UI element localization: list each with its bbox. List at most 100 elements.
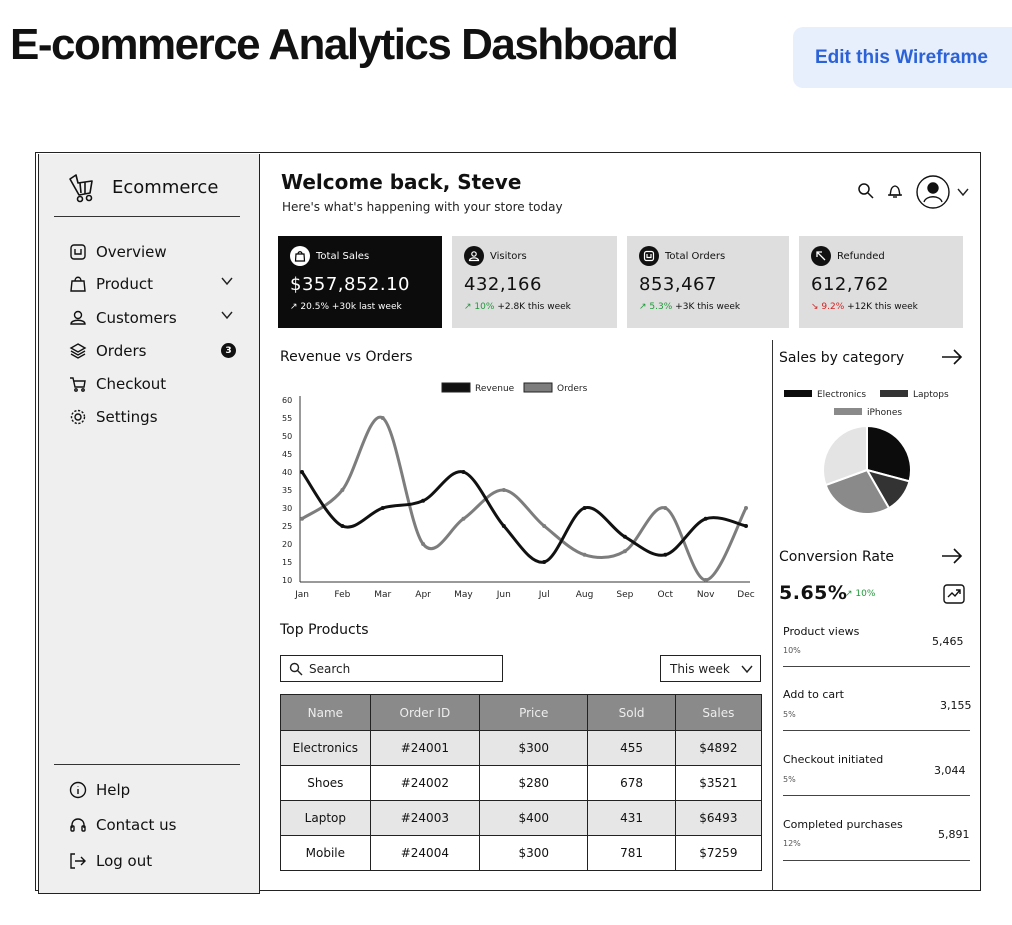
data-point-revenue — [663, 552, 668, 557]
stat-change-text: +3K this week — [675, 302, 741, 312]
legend-swatch-orders — [523, 382, 553, 393]
period-select[interactable]: This week — [660, 655, 761, 682]
table-cell: Mobile — [280, 835, 371, 871]
table-row[interactable]: Electronics #24001 $300 455 $4892 — [280, 730, 763, 766]
sidebar-item-checkout[interactable]: Checkout — [68, 372, 166, 396]
table-row[interactable]: Shoes #24002 $280 678 $3521 — [280, 765, 763, 801]
y-tick-label: 30 — [282, 504, 292, 513]
arrow-right-icon[interactable] — [940, 347, 964, 372]
sidebar-item-label: Customers — [96, 309, 177, 327]
column-header[interactable]: Sold — [587, 694, 676, 731]
sidebar-item-orders[interactable]: Orders — [68, 339, 146, 363]
right-panel-divider — [772, 340, 773, 891]
column-header[interactable]: Name — [280, 694, 371, 731]
stat-change-text: +2.8K this week — [497, 302, 571, 312]
table-row[interactable]: Mobile #24004 $300 781 $7259 — [280, 835, 763, 871]
data-point-orders — [421, 542, 426, 546]
metric-value: 5,891 — [938, 828, 970, 841]
sidebar-item-label: Overview — [96, 243, 167, 261]
table-row[interactable]: Laptop #24003 $400 431 $6493 — [280, 800, 763, 836]
chevron-down-icon[interactable] — [220, 308, 234, 326]
metric-name: Checkout initiated — [783, 753, 884, 766]
search-input[interactable]: Search — [280, 655, 503, 682]
table-cell: Laptop — [280, 800, 371, 836]
y-tick-label: 60 — [282, 396, 292, 405]
stat-label: Visitors — [490, 250, 527, 262]
sidebar-item-label: Settings — [96, 408, 158, 426]
legend-label: Electronics — [817, 390, 866, 400]
data-point-orders — [300, 516, 304, 521]
column-header[interactable]: Sales — [674, 694, 763, 731]
orders-count-badge: 3 — [221, 343, 236, 358]
sales-by-category-title: Sales by category — [779, 350, 905, 366]
stat-value: 612,762 — [811, 274, 889, 295]
search-icon[interactable] — [857, 182, 875, 204]
top-products-title: Top Products — [280, 622, 369, 638]
data-point-orders — [663, 506, 668, 510]
metric-value: 3,155 — [940, 699, 972, 712]
sidebar-item-logout[interactable]: Log out — [68, 849, 152, 873]
cart-icon — [68, 374, 88, 394]
table-cell: Shoes — [280, 765, 371, 801]
data-point-revenue — [622, 534, 627, 539]
metric-name: Product views — [783, 625, 860, 638]
chevron-down-icon[interactable] — [220, 274, 234, 292]
metric-name: Completed purchases — [783, 818, 903, 831]
column-header[interactable]: Order ID — [369, 694, 481, 731]
layers-icon — [68, 341, 88, 361]
sidebar-item-customers[interactable]: Customers — [68, 306, 177, 330]
metric-pct: 10% — [783, 646, 801, 655]
y-tick-label: 25 — [282, 522, 292, 531]
conversion-value: 5.65% — [779, 582, 848, 604]
y-tick-label: 45 — [282, 450, 292, 459]
column-header[interactable]: Price — [479, 694, 589, 731]
table-cell: $300 — [479, 730, 589, 766]
sidebar-item-contact[interactable]: Contact us — [68, 813, 176, 837]
overview-icon — [639, 246, 659, 266]
metric-pct: 5% — [783, 775, 796, 784]
table-cell: 678 — [587, 765, 676, 801]
table-cell: 431 — [587, 800, 676, 836]
stat-card-refunded[interactable]: Refunded 612,762 ↘ 9.2% +12K this week — [799, 236, 963, 328]
conversion-title: Conversion Rate — [779, 549, 895, 565]
sidebar-divider — [54, 764, 240, 765]
table-cell: $6493 — [674, 800, 763, 836]
logout-icon — [68, 851, 88, 871]
table-cell: #24003 — [369, 800, 481, 836]
table-header-row: Name Order ID Price Sold Sales — [280, 694, 763, 731]
brand-logo-icon — [66, 171, 100, 209]
sidebar-item-product[interactable]: Product — [68, 272, 153, 296]
y-tick-label: 15 — [282, 558, 292, 567]
metric-name: Add to cart — [783, 688, 844, 701]
stat-card-total-sales[interactable]: Total Sales $357,852.10 ↗ 20.5% +30k las… — [278, 236, 442, 328]
sidebar-item-overview[interactable]: Overview — [68, 240, 167, 264]
stat-label: Refunded — [837, 250, 885, 262]
x-tick-label: Dec — [737, 590, 754, 600]
data-point-revenue — [542, 560, 547, 564]
user-icon — [464, 246, 484, 266]
edit-wireframe-button[interactable]: Edit this Wireframe — [793, 27, 1012, 88]
stat-change-pct: 5.3% — [649, 302, 673, 312]
y-tick-label: 55 — [282, 414, 292, 423]
pie-legend: Electronics Laptops iPhones — [784, 390, 949, 418]
chart-title: Revenue vs Orders — [280, 349, 413, 365]
sidebar-item-settings[interactable]: Settings — [68, 405, 158, 429]
table-cell: $280 — [479, 765, 589, 801]
bell-icon[interactable] — [886, 182, 904, 204]
sidebar-item-label: Orders — [96, 342, 147, 360]
data-point-revenue — [582, 506, 587, 510]
stat-card-total-orders[interactable]: Total Orders 853,467 ↗ 5.3% +3K this wee… — [627, 236, 789, 328]
metric-divider — [783, 860, 970, 861]
trend-chart-icon[interactable] — [943, 584, 965, 608]
table-cell: Electronics — [280, 730, 371, 766]
metric-divider — [783, 666, 970, 667]
avatar[interactable] — [915, 174, 951, 214]
arrow-right-icon[interactable] — [940, 546, 964, 571]
stat-card-visitors[interactable]: Visitors 432,166 ↗ 10% +2.8K this week — [452, 236, 617, 328]
series-line-orders — [300, 415, 748, 582]
sidebar-item-help[interactable]: Help — [68, 778, 130, 802]
data-point-orders — [622, 549, 627, 554]
table-cell: $4892 — [674, 730, 763, 766]
series-line-revenue — [300, 470, 748, 564]
chevron-down-icon[interactable] — [956, 184, 970, 203]
